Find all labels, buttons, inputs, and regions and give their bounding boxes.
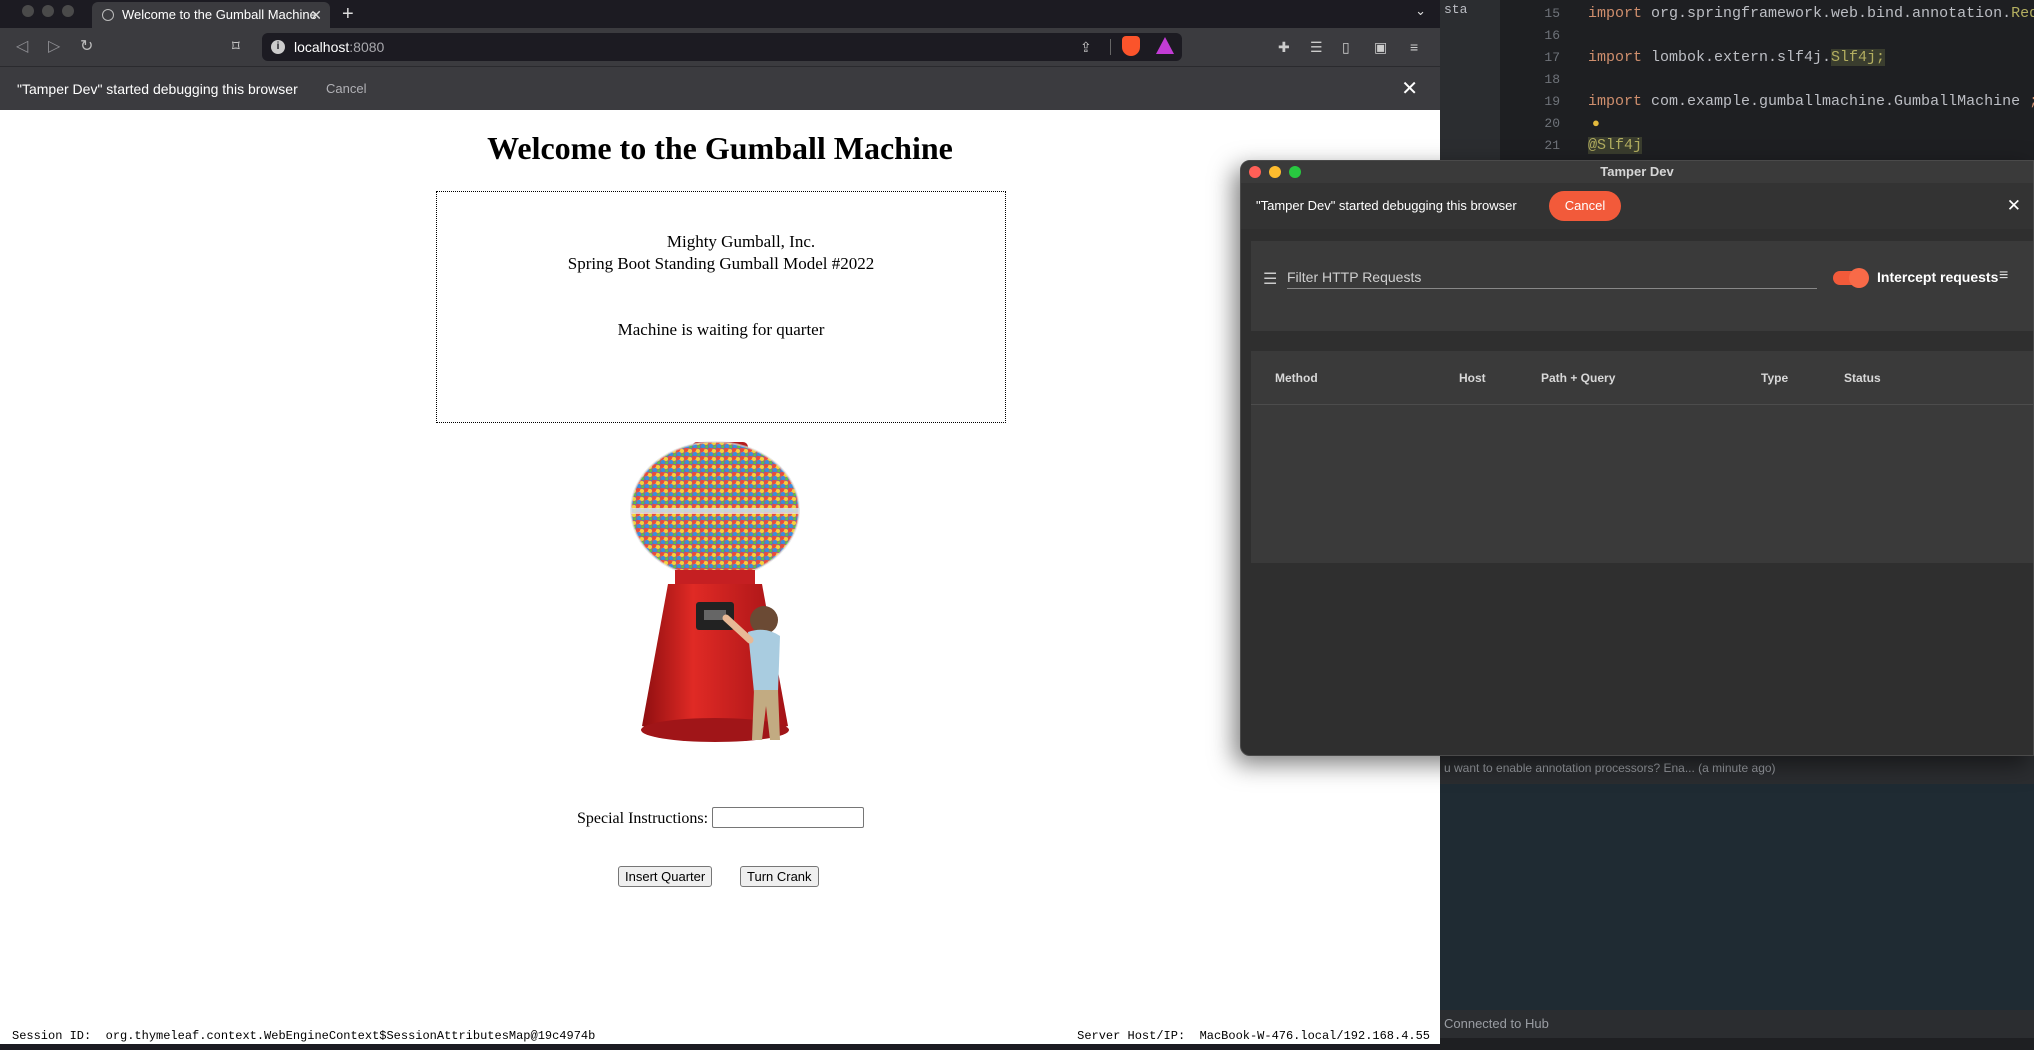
line-number: 18 (1544, 72, 1560, 87)
brave-shields-icon[interactable] (1122, 36, 1140, 56)
playlist-icon[interactable]: ☰ (1310, 38, 1323, 56)
window-minimize-button[interactable] (1269, 166, 1281, 178)
menu-icon[interactable]: ≡ (1410, 38, 1418, 56)
window-edge (0, 1044, 1440, 1050)
machine-state: Machine is waiting for quarter (617, 320, 825, 339)
page-title: Welcome to the Gumball Machine (487, 130, 953, 166)
intercept-label: Intercept requests (1877, 269, 1999, 285)
window-zoom-button[interactable] (62, 5, 74, 17)
tamper-dev-window: Tamper Dev "Tamper Dev" started debuggin… (1240, 160, 2034, 756)
ide-tool-window (1440, 784, 2034, 1010)
tamper-infobar-message: "Tamper Dev" started debugging this brow… (1256, 198, 1517, 213)
debug-infobar: "Tamper Dev" started debugging this brow… (0, 66, 1440, 110)
table-header: Method Host Path + Query Type Status (1251, 351, 2033, 405)
chevron-down-icon[interactable]: ⌄ (1415, 3, 1426, 19)
window-zoom-button[interactable] (1289, 166, 1301, 178)
code-line: @Slf4j (1588, 137, 1643, 154)
extensions-icon[interactable]: ✚ (1278, 38, 1290, 56)
share-icon[interactable]: ⇪ (1080, 33, 1092, 61)
address-bar[interactable]: i localhost:8080 ⇪ (262, 33, 1182, 61)
ide-notification[interactable]: u want to enable annotation processors? … (1440, 752, 2034, 784)
toggle-knob (1849, 268, 1869, 288)
code-line: import org.springframework.web.bind.anno… (1588, 5, 2034, 22)
requests-table: Method Host Path + Query Type Status (1251, 351, 2033, 563)
special-instructions-input[interactable] (712, 807, 864, 828)
insert-quarter-button[interactable]: Insert Quarter (618, 866, 713, 887)
brave-rewards-icon[interactable] (1156, 37, 1174, 54)
gumball-machine-image (630, 441, 800, 742)
column-host[interactable]: Host (1459, 351, 1486, 405)
line-number: 21 (1544, 138, 1560, 153)
line-number: 20 (1544, 116, 1560, 131)
line-number: 19 (1544, 94, 1560, 109)
browser-toolbar: ◁ ▷ ↻ ⌑ i localhost:8080 ⇪ ✚ ☰ ▯ ▣ ≡ (0, 28, 1440, 66)
intercept-toggle[interactable] (1833, 268, 1869, 288)
ide-status-bar: Connected to Hub (1440, 1010, 2034, 1038)
session-info: Session ID: org.thymeleaf.context.WebEng… (12, 1029, 596, 1043)
filter-requests-input[interactable]: Filter HTTP Requests (1287, 267, 1817, 289)
machine-info-box: Mighty Gumball, Inc. Spring Boot Standin… (436, 191, 1006, 423)
server-info: Server Host/IP: MacBook-W-476.local/192.… (1077, 1029, 1430, 1043)
tamper-cancel-button[interactable]: Cancel (1549, 191, 1621, 221)
back-icon[interactable]: ◁ (16, 37, 28, 57)
tab-bar: Welcome to the Gumball Machine ✕ + ⌄ (0, 0, 1440, 28)
project-panel: sta (1440, 0, 1500, 160)
close-icon[interactable]: ✕ (1401, 67, 1418, 111)
project-fragment: sta (1444, 2, 1468, 17)
divider (1110, 39, 1111, 55)
tamper-window-title: Tamper Dev (1600, 164, 1674, 179)
info-icon[interactable]: i (271, 40, 285, 54)
column-status[interactable]: Status (1844, 351, 1881, 405)
code-line: import lombok.extern.slf4j.Slf4j; (1588, 49, 1886, 66)
company-name: Mighty Gumball, Inc. (666, 232, 816, 251)
sidebar-icon[interactable]: ▯ (1342, 38, 1350, 56)
model-name: Spring Boot Standing Gumball Model #2022 (567, 254, 875, 273)
column-path-query[interactable]: Path + Query (1541, 351, 1615, 405)
url-port: :8080 (349, 39, 385, 55)
column-type[interactable]: Type (1761, 351, 1788, 405)
close-icon[interactable]: ✕ (2007, 183, 2021, 229)
filter-icon: ☰ (1263, 271, 1278, 288)
sort-menu-icon[interactable]: ≡ (1999, 267, 2008, 285)
page-content: Welcome to the Gumball Machine Mighty Gu… (0, 110, 1440, 1028)
tamper-infobar: "Tamper Dev" started debugging this brow… (1241, 183, 2033, 229)
lightbulb-icon[interactable]: ● (1592, 113, 1600, 135)
wallet-icon[interactable]: ▣ (1374, 38, 1387, 56)
infobar-cancel-button[interactable]: Cancel (326, 67, 366, 111)
globe-icon (102, 9, 114, 21)
tab-title: Welcome to the Gumball Machine (122, 7, 317, 22)
window-minimize-button[interactable] (42, 5, 54, 17)
special-instructions-label: Special Instructions: (577, 810, 709, 827)
turn-crank-button[interactable]: Turn Crank (740, 866, 819, 887)
line-number: 16 (1544, 28, 1560, 43)
column-method[interactable]: Method (1275, 351, 1318, 405)
new-tab-button[interactable]: + (342, 2, 354, 26)
tab-close-icon[interactable]: ✕ (310, 2, 322, 28)
infobar-message: "Tamper Dev" started debugging this brow… (17, 81, 298, 97)
bookmark-icon[interactable]: ⌑ (232, 37, 240, 55)
forward-icon[interactable]: ▷ (48, 37, 60, 57)
window-close-button[interactable] (1249, 166, 1261, 178)
code-line: import com.example.gumballmachine.Gumbal… (1588, 93, 2034, 110)
tamper-title-bar: Tamper Dev (1241, 161, 2033, 183)
page-footer: Session ID: org.thymeleaf.context.WebEng… (0, 1028, 1440, 1044)
window-close-button[interactable] (22, 5, 34, 17)
reload-icon[interactable]: ↻ (80, 37, 93, 57)
line-number: 17 (1544, 50, 1560, 65)
url-host: localhost (294, 39, 350, 55)
tab-gumball[interactable]: Welcome to the Gumball Machine ✕ (92, 2, 330, 28)
line-number: 15 (1544, 6, 1560, 21)
filter-panel: ☰ Filter HTTP Requests Intercept request… (1251, 241, 2033, 331)
browser-window: Welcome to the Gumball Machine ✕ + ⌄ ◁ ▷… (0, 0, 1440, 1050)
code-editor[interactable]: sta 15 import org.springframework.web.bi… (1440, 0, 2034, 160)
